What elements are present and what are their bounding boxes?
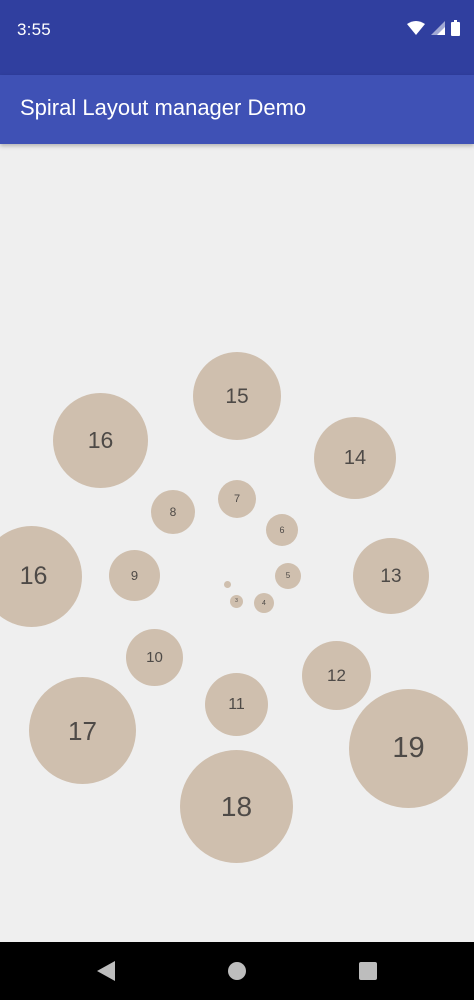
spiral-item[interactable]: 5 xyxy=(275,563,301,589)
spiral-item-label: 13 xyxy=(380,565,402,587)
spiral-item[interactable]: 10 xyxy=(126,629,183,686)
spiral-item-label: 18 xyxy=(220,790,253,822)
spiral-item-label: 10 xyxy=(146,649,163,666)
spiral-item-label: 6 xyxy=(279,524,285,535)
wifi-icon xyxy=(407,20,425,40)
spiral-item[interactable]: 4 xyxy=(254,593,274,613)
spiral-item[interactable]: 7 xyxy=(218,480,256,518)
spiral-item-label: 16 xyxy=(87,427,114,453)
spiral-item[interactable]: 11 xyxy=(205,673,268,736)
spiral-item-label: 12 xyxy=(327,666,346,685)
spiral-item-label: 19 xyxy=(392,732,425,764)
spiral-item[interactable]: 18 xyxy=(180,750,293,863)
spiral-item[interactable]: 16 xyxy=(53,393,148,488)
home-icon[interactable] xyxy=(225,959,249,983)
spiral-item[interactable]: 14 xyxy=(314,417,396,499)
spiral-item[interactable]: 15 xyxy=(193,352,281,440)
spiral-item[interactable]: 17 xyxy=(29,677,136,784)
status-icons xyxy=(407,19,460,41)
spiral-item[interactable]: 8 xyxy=(151,490,195,534)
spiral-item[interactable]: 16 xyxy=(0,526,82,627)
spiral-item-label: 4 xyxy=(262,599,266,607)
navigation-bar xyxy=(0,942,474,1000)
spiral-item-label: 11 xyxy=(228,695,245,713)
status-bar: 3:55 xyxy=(0,0,474,75)
spiral-item-label: 16 xyxy=(19,562,48,590)
recents-icon[interactable] xyxy=(356,959,380,983)
app-title: Spiral Layout manager Demo xyxy=(20,95,307,120)
spiral-recycler-view[interactable]: 3 4 5 6 7 8 9 10 11 12 13 14 15 16 16 17… xyxy=(0,144,474,942)
spiral-item[interactable]: 6 xyxy=(266,514,298,546)
spiral-item-label: 8 xyxy=(169,505,177,519)
status-time: 3:55 xyxy=(17,20,51,39)
battery-icon xyxy=(451,19,460,41)
cell-signal-icon xyxy=(431,20,445,40)
spiral-item[interactable]: 19 xyxy=(349,689,468,808)
spiral-item-label: 3 xyxy=(235,598,238,604)
spiral-item[interactable] xyxy=(224,581,231,588)
spiral-item[interactable]: 9 xyxy=(109,550,160,601)
spiral-item[interactable]: 13 xyxy=(353,538,429,614)
spiral-item-label: 17 xyxy=(68,715,97,746)
back-icon[interactable] xyxy=(94,959,118,983)
spiral-item-label: 15 xyxy=(225,384,249,408)
spiral-item-label: 14 xyxy=(343,447,367,469)
spiral-item-label: 5 xyxy=(285,571,291,580)
spiral-item[interactable]: 3 xyxy=(230,595,243,608)
spiral-item-label: 7 xyxy=(233,492,241,505)
spiral-item-label: 9 xyxy=(130,568,139,583)
spiral-item[interactable]: 12 xyxy=(302,641,371,710)
app-bar: Spiral Layout manager Demo xyxy=(0,75,474,144)
